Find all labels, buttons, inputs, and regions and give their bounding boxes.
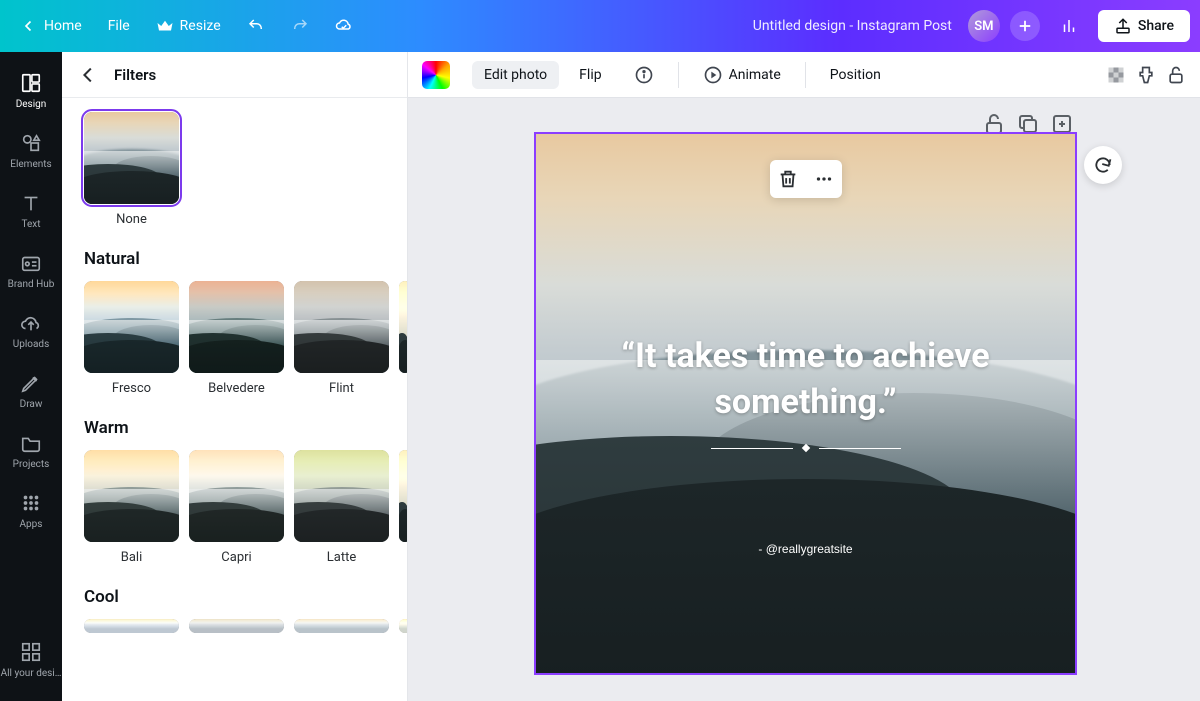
- plus-icon: [1016, 17, 1034, 35]
- element-floating-toolbar: [770, 160, 842, 198]
- rail-all-designs[interactable]: All your desi…: [0, 635, 62, 689]
- quote-text[interactable]: “It takes time to achieve something.”: [536, 334, 1075, 426]
- file-menu[interactable]: File: [98, 12, 140, 40]
- rail-uploads[interactable]: Uploads: [0, 306, 62, 360]
- rail-projects[interactable]: Projects: [0, 426, 62, 480]
- regenerate-button[interactable]: [1084, 146, 1122, 184]
- divider-ornament[interactable]: [711, 444, 901, 452]
- filter-thumb-belvedere[interactable]: Belvedere: [189, 281, 284, 396]
- add-collaborator-button[interactable]: [1010, 11, 1040, 41]
- redo-button[interactable]: [281, 11, 319, 41]
- grid-icon: [20, 492, 42, 514]
- rail-elements[interactable]: Elements: [0, 126, 62, 180]
- dashboard-icon: [20, 641, 42, 663]
- artboard[interactable]: “It takes time to achieve something.” - …: [534, 132, 1077, 675]
- animate-icon: [703, 65, 723, 85]
- filter-thumb-none[interactable]: None: [84, 112, 179, 227]
- rail-apps[interactable]: Apps: [0, 486, 62, 540]
- side-rail: Design Elements Text Brand Hub Uploads D…: [0, 52, 62, 701]
- rail-text[interactable]: Text: [0, 186, 62, 240]
- canvas-area: Edit photo Flip Animate Position: [408, 52, 1200, 701]
- brand-icon: [20, 252, 42, 274]
- home-button[interactable]: Home: [10, 11, 92, 41]
- toolbar-separator: [678, 62, 679, 88]
- filter-thumb-overflow-cool[interactable]: [399, 619, 407, 633]
- home-label: Home: [44, 18, 82, 34]
- toolbar-separator: [805, 62, 806, 88]
- undo-icon: [247, 17, 265, 35]
- chevron-left-icon: [20, 17, 38, 35]
- top-header: Home File Resize Untitled design - Insta…: [0, 0, 1200, 52]
- transparency-button[interactable]: [1106, 65, 1126, 85]
- edit-photo-button[interactable]: Edit photo: [472, 61, 559, 89]
- avatar[interactable]: SM: [968, 10, 1000, 42]
- folder-icon: [20, 432, 42, 454]
- filter-thumb-overflow-natural[interactable]: [399, 281, 407, 396]
- info-button[interactable]: [622, 59, 666, 91]
- quote-attribution[interactable]: - @reallygreatsite: [536, 542, 1075, 556]
- quote-group[interactable]: “It takes time to achieve something.” - …: [536, 334, 1075, 556]
- filter-thumb-cool-2[interactable]: [189, 619, 284, 633]
- insights-button[interactable]: [1050, 11, 1088, 41]
- redo-icon: [291, 17, 309, 35]
- position-button[interactable]: Position: [818, 61, 893, 89]
- style-copy-button[interactable]: [1136, 65, 1156, 85]
- filter-thumb-latte[interactable]: Latte: [294, 450, 389, 565]
- filter-thumb-cool-1[interactable]: [84, 619, 179, 633]
- pencil-icon: [20, 372, 42, 394]
- text-icon: [20, 192, 42, 214]
- shapes-icon: [20, 132, 42, 154]
- section-cool-title: Cool: [84, 587, 407, 607]
- filter-thumb-cool-3[interactable]: [294, 619, 389, 633]
- lock-button[interactable]: [1166, 65, 1186, 85]
- color-picker-button[interactable]: [422, 61, 450, 89]
- filter-thumb-capri[interactable]: Capri: [189, 450, 284, 565]
- context-toolbar: Edit photo Flip Animate Position: [408, 52, 1200, 98]
- filter-thumb-bali[interactable]: Bali: [84, 450, 179, 565]
- delete-element-button[interactable]: [777, 168, 799, 190]
- rail-draw[interactable]: Draw: [0, 366, 62, 420]
- filter-thumb-fresco[interactable]: Fresco: [84, 281, 179, 396]
- undo-button[interactable]: [237, 11, 275, 41]
- share-button[interactable]: Share: [1098, 10, 1190, 42]
- crown-icon: [156, 17, 174, 35]
- cloud-check-icon: [335, 17, 353, 35]
- rail-brand-hub[interactable]: Brand Hub: [0, 246, 62, 300]
- section-warm-title: Warm: [84, 418, 407, 438]
- section-natural-title: Natural: [84, 249, 407, 269]
- flip-button[interactable]: Flip: [567, 61, 613, 89]
- panel-back-button[interactable]: [78, 64, 100, 86]
- refresh-icon: [1093, 155, 1113, 175]
- resize-menu[interactable]: Resize: [146, 11, 231, 41]
- layout-icon: [20, 72, 42, 94]
- filter-thumb-flint[interactable]: Flint: [294, 281, 389, 396]
- cloud-upload-icon: [20, 312, 42, 334]
- document-title[interactable]: Untitled design - Instagram Post: [753, 18, 952, 34]
- animate-button[interactable]: Animate: [691, 59, 793, 91]
- more-options-button[interactable]: [813, 168, 835, 190]
- rail-design[interactable]: Design: [0, 66, 62, 120]
- cloud-sync-button[interactable]: [325, 11, 363, 41]
- filters-panel: Filters None Natural Fresco Belvedere Fl…: [62, 52, 408, 701]
- bar-chart-icon: [1060, 17, 1078, 35]
- canvas-stage[interactable]: “It takes time to achieve something.” - …: [408, 98, 1200, 701]
- info-icon: [634, 65, 654, 85]
- main-area: Design Elements Text Brand Hub Uploads D…: [0, 52, 1200, 701]
- upload-icon: [1114, 17, 1132, 35]
- panel-title: Filters: [114, 66, 156, 84]
- filter-thumb-overflow-warm[interactable]: [399, 450, 407, 565]
